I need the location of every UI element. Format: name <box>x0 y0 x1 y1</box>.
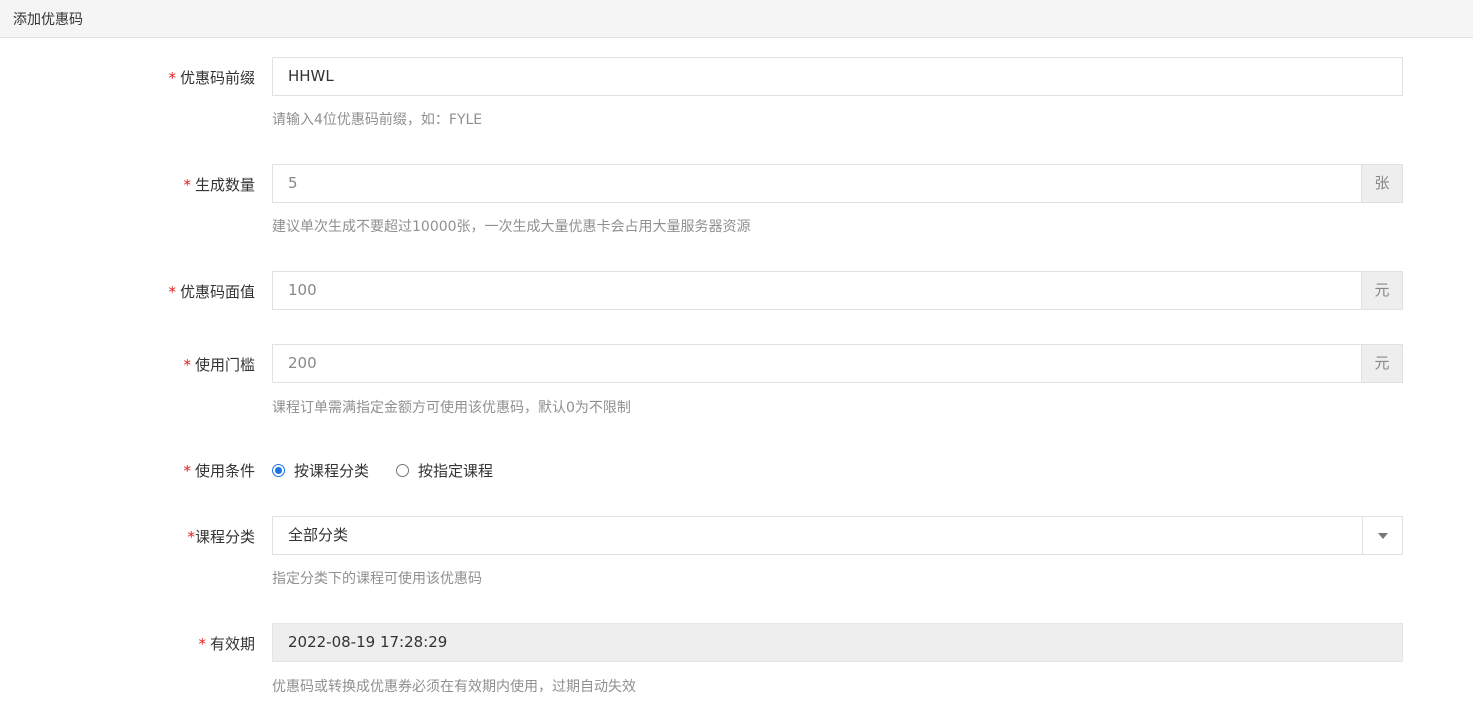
threshold-unit: 元 <box>1361 344 1403 383</box>
category-help: 指定分类下的课程可使用该优惠码 <box>272 571 482 587</box>
required-mark: * <box>183 176 191 194</box>
page-title: 添加优惠码 <box>13 12 83 28</box>
prefix-label: * 优惠码前缀 <box>168 69 255 87</box>
quantity-label: * 生成数量 <box>183 176 255 194</box>
radio-by-course[interactable]: 按指定课程 <box>396 460 493 481</box>
condition-label: * 使用条件 <box>183 462 255 480</box>
radio-button-checked[interactable] <box>272 464 285 477</box>
quantity-help: 建议单次生成不要超过10000张，一次生成大量优惠卡会占用大量服务器资源 <box>272 219 751 235</box>
select-arrow-box[interactable] <box>1362 516 1403 555</box>
threshold-label: * 使用门槛 <box>183 356 255 374</box>
validity-help: 优惠码或转换成优惠券必须在有效期内使用，过期自动失效 <box>272 679 636 695</box>
required-mark: * <box>168 283 176 301</box>
chevron-down-icon <box>1378 533 1388 539</box>
threshold-help: 课程订单需满指定金额方可使用该优惠码，默认0为不限制 <box>272 400 631 416</box>
radio-button-unchecked[interactable] <box>396 464 409 477</box>
face-value-label: * 优惠码面值 <box>168 283 255 301</box>
category-label: *课程分类 <box>187 528 255 546</box>
face-value-unit: 元 <box>1361 271 1403 310</box>
prefix-help: 请输入4位优惠码前缀，如：FYLE <box>272 112 483 128</box>
quantity-unit: 张 <box>1361 164 1403 203</box>
validity-input[interactable]: 2022-08-19 17:28:29 <box>272 623 1403 662</box>
required-mark: * <box>187 528 195 546</box>
radio-by-category[interactable]: 按课程分类 <box>272 460 369 481</box>
required-mark: * <box>183 462 191 480</box>
validity-label: * 有效期 <box>198 635 255 653</box>
required-mark: * <box>198 635 206 653</box>
category-select[interactable]: 全部分类 <box>272 516 1403 555</box>
threshold-input[interactable]: 200 元 <box>272 344 1403 383</box>
required-mark: * <box>168 69 176 87</box>
face-value-input[interactable]: 100 元 <box>272 271 1403 310</box>
quantity-input[interactable]: 5 张 <box>272 164 1403 203</box>
prefix-input[interactable]: HHWL <box>272 57 1403 96</box>
panel-header: 添加优惠码 <box>0 0 1473 38</box>
required-mark: * <box>183 356 191 374</box>
